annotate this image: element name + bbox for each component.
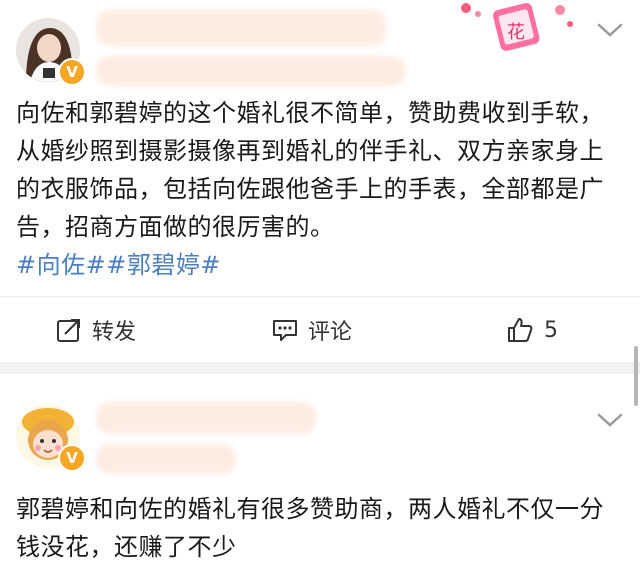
chevron-down-icon[interactable] [596, 20, 624, 40]
repost-icon [57, 319, 80, 342]
user-avatar[interactable]: V [16, 18, 86, 86]
post-text: 向佐和郭碧婷的这个婚礼很不简单，赞助费收到手软，从婚纱照到摄影摄像再到婚礼的伴手… [16, 99, 604, 241]
verified-badge-icon: V [58, 444, 86, 472]
like-count: 5 [544, 317, 558, 343]
weibo-feed: V 花 向佐和郭碧婷的这个婚礼很不简单，赞助费收到手软，从婚纱照到摄影摄像再到婚… [0, 0, 640, 580]
scrollbar[interactable] [634, 346, 638, 406]
post-content: 郭碧婷和向佐的婚礼有很多赞助商，两人婚礼不仅一分钱没花，还赚了不少 [16, 490, 616, 566]
verified-badge-icon: V [58, 58, 86, 86]
timestamp-blurred [96, 56, 406, 86]
username-blurred [96, 10, 386, 46]
divider [0, 296, 640, 297]
post-content: 向佐和郭碧婷的这个婚礼很不简单，赞助费收到手软，从婚纱照到摄影摄像再到婚礼的伴手… [16, 94, 616, 284]
flower-sticker-icon: 花 [456, 0, 578, 52]
action-bar: 转发 评论 5 [0, 300, 640, 360]
post-text: 郭碧婷和向佐的婚礼有很多赞助商，两人婚礼不仅一分钱没花，还赚了不少 [16, 495, 604, 561]
timestamp-blurred [96, 444, 236, 474]
user-avatar[interactable]: V [16, 404, 86, 472]
comment-label: 评论 [308, 320, 353, 345]
post-card: V 花 向佐和郭碧婷的这个婚礼很不简单，赞助费收到手软，从婚纱照到摄影摄像再到婚… [0, 0, 640, 362]
username-blurred [96, 402, 316, 434]
comment-icon [273, 320, 297, 341]
comment-button[interactable]: 评论 [272, 300, 352, 360]
hashtag-link[interactable]: #向佐##郭碧婷# [16, 246, 616, 284]
chevron-down-icon[interactable] [596, 410, 624, 430]
post-card: V 郭碧婷和向佐的婚礼有很多赞助商，两人婚礼不仅一分钱没花，还赚了不少 [0, 374, 640, 580]
svg-text:花: 花 [507, 22, 525, 43]
thumbs-up-icon [508, 318, 533, 342]
feed-separator [0, 362, 640, 374]
repost-label: 转发 [92, 320, 137, 345]
like-button[interactable]: 5 [506, 300, 558, 360]
repost-button[interactable]: 转发 [56, 300, 136, 360]
